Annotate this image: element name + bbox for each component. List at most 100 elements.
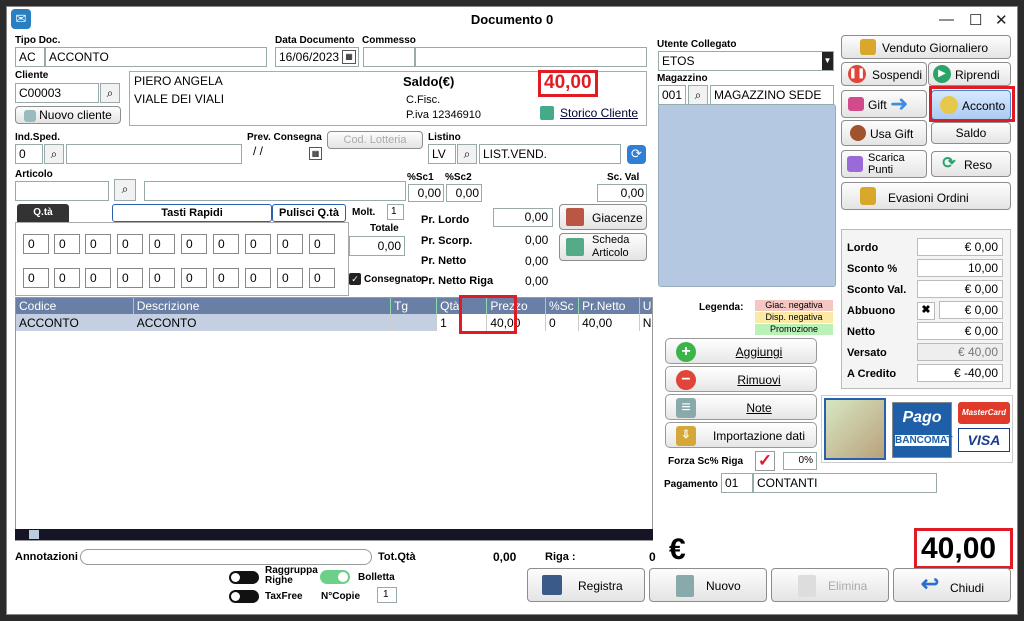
note-button[interactable]: ≡ Note [665,394,817,420]
giacenze-button[interactable]: Giacenze [559,204,647,230]
totale-field[interactable]: 0,00 [349,236,405,256]
storico-cliente-link[interactable]: Storico Cliente [560,106,638,120]
search-icon[interactable]: ⌕ [688,85,708,105]
qty-cell[interactable]: 0 [213,268,239,288]
chevron-down-icon[interactable]: ▼ [822,52,833,70]
table-cell[interactable] [390,314,438,331]
forza-checkbox[interactable]: ✓ [755,451,775,471]
articolo-code[interactable] [15,181,109,201]
column-header[interactable]: Codice [16,298,134,314]
search-icon[interactable]: ⌕ [44,144,64,164]
table-row[interactable]: ACCONTOACCONTO140,00040,00NR22, [16,314,652,331]
sospendi-button[interactable]: ❚❚ Sospendi [841,62,927,86]
taxfree-toggle[interactable] [229,590,259,603]
refresh-icon[interactable]: ⟳ [627,145,646,164]
cod-lotteria-button[interactable]: Cod. Lotteria [327,131,423,149]
calendar-icon[interactable]: ▦ [342,50,356,64]
ind-sped-field[interactable]: 0 [15,144,43,164]
qty-cell[interactable]: 0 [54,268,80,288]
sconto-pct-field[interactable]: 10,00 [917,259,1003,277]
column-header[interactable]: Tg [390,298,438,314]
riprendi-button[interactable]: ▶ Riprendi [928,62,1011,86]
venduto-giornaliero-button[interactable]: Venduto Giornaliero [841,35,1011,59]
scrollbar-thumb[interactable] [29,530,39,539]
utente-field[interactable]: ETOS [658,51,834,71]
evasioni-ordini-button[interactable]: Evasioni Ordini [841,182,1011,210]
sconto-val-field[interactable]: € 0,00 [917,280,1003,298]
listino-code[interactable]: LV [428,144,456,164]
saldo-button[interactable]: Saldo [931,122,1011,144]
sc2-field[interactable]: 0,00 [446,184,482,202]
calendar-icon[interactable]: ▦ [309,147,322,160]
registra-button[interactable]: Registra [527,568,645,602]
pr-lordo-field[interactable]: 0,00 [493,208,553,227]
maximize-icon[interactable]: ☐ [969,11,982,29]
qty-cell[interactable]: 0 [309,234,335,254]
importazione-button[interactable]: ⇩ Importazione dati [665,422,817,448]
commesso-field[interactable] [415,47,647,67]
checkbox-icon[interactable]: ✓ [349,273,361,285]
horizontal-scrollbar[interactable] [15,529,653,540]
close-icon[interactable]: ✕ [995,11,1008,29]
pagamento-field[interactable]: CONTANTI [753,473,937,493]
bolletta-toggle[interactable] [320,570,350,584]
table-cell[interactable]: NR [639,314,652,331]
abbuono-clear-icon[interactable]: ✖ [917,302,935,320]
tipo-doc-field[interactable]: ACCONTO [45,47,267,67]
qty-cell[interactable]: 0 [117,268,143,288]
commesso-code[interactable] [363,47,415,67]
chiudi-button[interactable]: ↩ Chiudi [893,568,1011,602]
table-cell[interactable]: 40,00 [578,314,640,331]
qty-cell[interactable]: 0 [85,234,111,254]
column-header[interactable]: Pr.Netto [578,298,640,314]
cash-payment-icon[interactable] [824,398,886,460]
articolo-desc[interactable] [144,181,406,201]
ind-sped-desc[interactable] [66,144,242,164]
qty-cell[interactable]: 0 [245,234,271,254]
elimina-button[interactable]: Elimina [771,568,889,602]
annotazioni-field[interactable] [80,549,372,565]
qty-cell[interactable]: 0 [181,234,207,254]
column-header[interactable]: UM [639,298,652,314]
search-icon[interactable]: ⌕ [100,83,120,103]
magazzino-field[interactable]: MAGAZZINO SEDE [710,85,834,105]
tipo-doc-code[interactable]: AC [15,47,45,67]
molt-field[interactable]: 1 [387,204,404,220]
table-cell[interactable]: ACCONTO [133,314,392,331]
forza-field[interactable]: 0% [783,452,817,470]
scarica-punti-button[interactable]: Scarica Punti [841,150,927,178]
qty-cell[interactable]: 0 [149,234,175,254]
qty-cell[interactable]: 0 [149,268,175,288]
minimize-icon[interactable]: — [939,11,954,28]
qty-cell[interactable]: 0 [23,234,49,254]
qty-cell[interactable]: 0 [85,268,111,288]
qty-cell[interactable]: 0 [277,268,303,288]
listino-field[interactable]: LIST.VEND. [479,144,621,164]
ncopie-field[interactable]: 1 [377,587,397,603]
column-header[interactable]: %Sc [545,298,580,314]
table-cell[interactable]: 0 [545,314,580,331]
scval-field[interactable]: 0,00 [597,184,647,202]
qty-cell[interactable]: 0 [54,234,80,254]
raggruppa-toggle[interactable] [229,571,259,584]
reso-button[interactable]: ⟳ Reso [931,151,1011,177]
qty-cell[interactable]: 0 [277,234,303,254]
card-payment-icon[interactable]: MasterCard VISA [958,402,1010,458]
cliente-code-field[interactable]: C00003 [15,83,99,103]
gift-button[interactable]: Gift ➜ [841,90,927,118]
qty-cell[interactable]: 0 [23,268,49,288]
tab-pulisci-qta[interactable]: Pulisci Q.tà [272,204,346,222]
prev-consegna-field[interactable]: / / [253,144,263,158]
bancomat-payment-icon[interactable]: Pago BANCOMAT [892,402,953,458]
search-icon[interactable]: ⌕ [114,179,136,201]
pagamento-code[interactable]: 01 [721,473,753,493]
qty-cell[interactable]: 0 [245,268,271,288]
column-header[interactable]: Descrizione [133,298,392,314]
nuovo-cliente-button[interactable]: Nuovo cliente [15,106,121,124]
sc1-field[interactable]: 0,00 [408,184,444,202]
usa-gift-button[interactable]: Usa Gift [841,120,927,146]
search-icon[interactable]: ⌕ [457,144,477,164]
nuovo-button[interactable]: Nuovo [649,568,767,602]
qty-cell[interactable]: 0 [181,268,207,288]
aggiungi-button[interactable]: + Aggiungi [665,338,817,364]
